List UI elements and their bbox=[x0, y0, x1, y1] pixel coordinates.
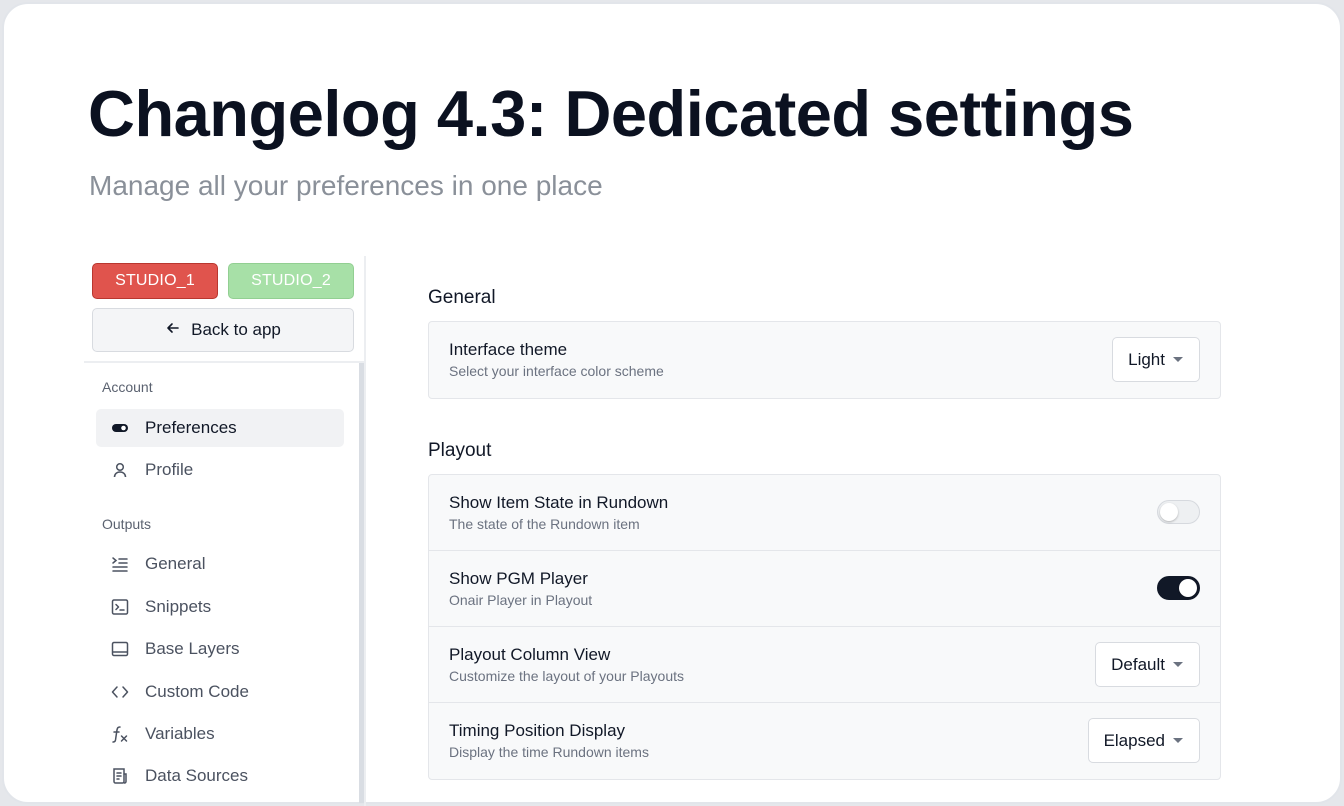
interface-theme-select[interactable]: Light bbox=[1112, 337, 1200, 382]
setting-description: Select your interface color scheme bbox=[449, 363, 664, 379]
sidebar-item-preferences[interactable]: Preferences bbox=[96, 409, 344, 447]
toggle-knob bbox=[1160, 503, 1178, 521]
sidebar-header-divider bbox=[84, 361, 364, 363]
terminal-icon bbox=[110, 597, 130, 617]
toggle-knob bbox=[1179, 579, 1197, 597]
outputs-group-label: Outputs bbox=[102, 516, 152, 532]
show-item-state-toggle[interactable] bbox=[1157, 500, 1200, 524]
setting-row-show-item-state: Show Item State in Rundown The state of … bbox=[429, 475, 1220, 551]
page-title: Changelog 4.3: Dedicated settings bbox=[88, 77, 1134, 150]
sidebar-item-label: Data Sources bbox=[145, 766, 248, 785]
sidebar-item-label: Preferences bbox=[145, 418, 237, 437]
setting-title: Timing Position Display bbox=[449, 721, 626, 740]
setting-title: Show Item State in Rundown bbox=[449, 493, 669, 512]
playout-column-view-select[interactable]: Default bbox=[1095, 642, 1200, 687]
account-group-label: Account bbox=[102, 379, 153, 395]
document-icon bbox=[110, 766, 130, 786]
sidebar-item-label: General bbox=[145, 554, 206, 573]
setting-row-show-pgm-player: Show PGM Player Onair Player in Playout bbox=[429, 551, 1220, 627]
section-title-general: General bbox=[428, 287, 496, 308]
setting-description: Customize the layout of your Playouts bbox=[449, 668, 685, 684]
general-settings-card: Interface theme Select your interface co… bbox=[428, 321, 1221, 399]
setting-row-timing-position-display: Timing Position Display Display the time… bbox=[429, 703, 1220, 779]
select-value: Elapsed bbox=[1103, 730, 1165, 750]
chevron-down-icon bbox=[1173, 357, 1183, 362]
section-title-playout: Playout bbox=[428, 440, 492, 461]
layer-panel-icon bbox=[110, 639, 130, 659]
setting-title: Interface theme bbox=[449, 340, 568, 359]
sidebar-item-label: Profile bbox=[145, 460, 194, 479]
user-icon bbox=[110, 460, 130, 480]
sidebar-scrollbar[interactable] bbox=[359, 363, 364, 803]
setting-description: Display the time Rundown items bbox=[449, 744, 649, 760]
sidebar-item-base-layers[interactable]: Base Layers bbox=[96, 630, 344, 668]
page-subtitle: Manage all your preferences in one place bbox=[89, 170, 603, 201]
setting-row-playout-column-view: Playout Column View Customize the layout… bbox=[429, 627, 1220, 703]
sidebar-item-label: Base Layers bbox=[145, 639, 240, 658]
sidebar-item-profile[interactable]: Profile bbox=[96, 451, 344, 489]
list-indent-icon bbox=[110, 554, 130, 574]
chevron-down-icon bbox=[1173, 662, 1183, 667]
function-icon bbox=[110, 724, 130, 744]
sidebar-item-snippets[interactable]: Snippets bbox=[96, 588, 344, 626]
setting-description: The state of the Rundown item bbox=[449, 516, 640, 532]
playout-settings-card: Show Item State in Rundown The state of … bbox=[428, 474, 1221, 780]
toggle-icon bbox=[110, 418, 130, 438]
sidebar-item-label: Custom Code bbox=[145, 682, 249, 701]
setting-title: Playout Column View bbox=[449, 645, 611, 664]
sidebar-item-variables[interactable]: Variables bbox=[96, 715, 344, 753]
timing-position-display-select[interactable]: Elapsed bbox=[1087, 718, 1200, 763]
select-value: Default bbox=[1111, 654, 1165, 674]
studio-2-button[interactable]: STUDIO_2 bbox=[228, 263, 354, 299]
setting-row-interface-theme: Interface theme Select your interface co… bbox=[429, 322, 1220, 398]
sidebar-item-label: Variables bbox=[145, 724, 215, 743]
studio-1-button[interactable]: STUDIO_1 bbox=[92, 263, 218, 299]
sidebar-item-custom-code[interactable]: Custom Code bbox=[96, 673, 344, 711]
setting-description: Onair Player in Playout bbox=[449, 592, 593, 608]
back-to-app-button[interactable]: Back to app bbox=[92, 308, 354, 352]
back-to-app-label: Back to app bbox=[191, 320, 281, 339]
select-value: Light bbox=[1128, 349, 1165, 369]
setting-title: Show PGM Player bbox=[449, 569, 588, 588]
sidebar-item-data-sources[interactable]: Data Sources bbox=[96, 757, 344, 795]
sidebar-item-general[interactable]: General bbox=[96, 545, 344, 583]
code-icon bbox=[110, 682, 130, 702]
show-pgm-player-toggle[interactable] bbox=[1157, 576, 1200, 600]
sidebar-divider bbox=[364, 256, 366, 806]
chevron-down-icon bbox=[1173, 738, 1183, 743]
sidebar-item-label: Snippets bbox=[145, 597, 212, 616]
arrow-left-icon bbox=[165, 320, 181, 341]
